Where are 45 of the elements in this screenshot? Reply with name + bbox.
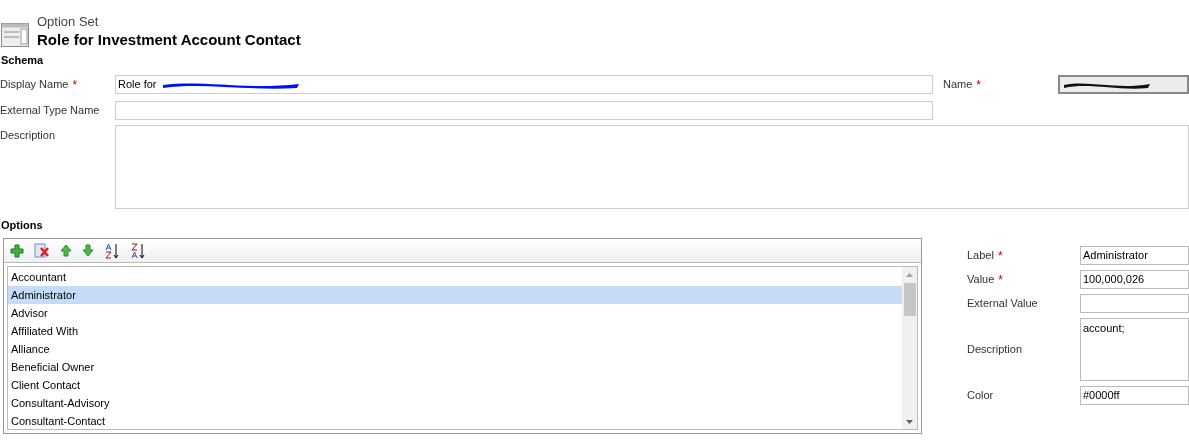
- field-label: Description: [967, 342, 1023, 358]
- external-type-name-field[interactable]: [115, 101, 933, 120]
- field-label: Value: [967, 272, 995, 288]
- scroll-thumb[interactable]: [903, 283, 916, 316]
- display-name-field[interactable]: Role for: [115, 75, 933, 94]
- field-label: External Value: [967, 296, 1038, 312]
- field-label: External Type Name: [0, 103, 101, 119]
- option-item[interactable]: Accountant: [8, 268, 902, 286]
- name-field[interactable]: [1058, 75, 1189, 94]
- scroll-up-icon[interactable]: [906, 273, 913, 277]
- required-mark: *: [72, 76, 78, 94]
- page-title: Role for Investment Account Contact: [37, 30, 301, 50]
- detail-field[interactable]: [1080, 294, 1189, 313]
- sort-ascending-icon[interactable]: [104, 242, 120, 259]
- option-item[interactable]: Advisor: [8, 304, 902, 322]
- option-item[interactable]: Administrator: [8, 286, 902, 304]
- option-item[interactable]: Affiliated With: [8, 322, 902, 340]
- scrollbar[interactable]: [902, 267, 917, 429]
- detail-field[interactable]: 100,000,026: [1080, 270, 1189, 289]
- add-icon[interactable]: [10, 243, 24, 258]
- option-item[interactable]: Beneficial Owner: [8, 358, 902, 376]
- description-field[interactable]: account;: [1080, 318, 1189, 381]
- arrow-up-icon[interactable]: [60, 244, 72, 257]
- detail-field[interactable]: #0000ff: [1080, 386, 1189, 405]
- field-label: Color: [967, 388, 994, 404]
- field-label: Description: [0, 127, 57, 143]
- required-mark: *: [998, 271, 1003, 289]
- field-label: Name: [943, 77, 973, 93]
- section-heading: Options: [1, 218, 43, 231]
- field-label: Label: [967, 248, 994, 264]
- section-heading: Schema: [1, 54, 44, 66]
- arrow-down-icon[interactable]: [82, 244, 94, 257]
- detail-field[interactable]: Administrator: [1080, 246, 1189, 265]
- entity-type: Option Set: [37, 14, 100, 30]
- option-item[interactable]: Client Contact: [8, 376, 902, 394]
- field-label: Display Name: [0, 77, 69, 93]
- required-mark: *: [976, 76, 981, 94]
- scroll-down-icon[interactable]: [906, 420, 913, 424]
- description-field[interactable]: [115, 124, 1189, 209]
- option-item[interactable]: Consultant-Contact: [8, 412, 902, 429]
- option-item[interactable]: Alliance: [8, 340, 902, 358]
- option-item[interactable]: Consultant-Advisory: [8, 394, 902, 412]
- required-mark: *: [997, 247, 1003, 265]
- sort-descending-icon[interactable]: [130, 242, 146, 259]
- delete-icon[interactable]: [34, 243, 50, 258]
